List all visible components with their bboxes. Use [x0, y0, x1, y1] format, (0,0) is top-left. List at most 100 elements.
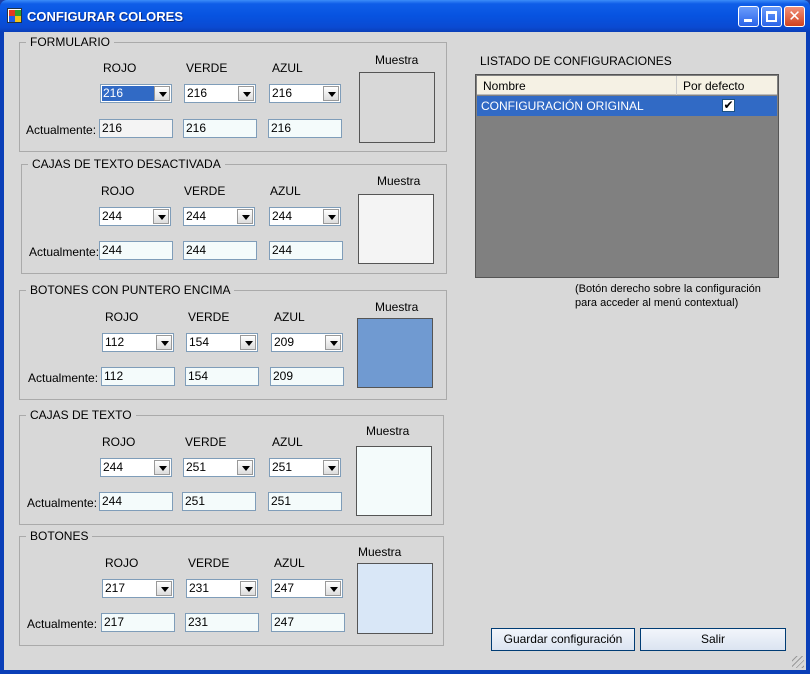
- label-azul: AZUL: [272, 435, 303, 449]
- form-client-area: FORMULARIO ROJO VERDE AZUL Muestra 216 2…: [4, 32, 806, 670]
- label-verde: VERDE: [188, 556, 230, 570]
- dropdown-arrow-icon[interactable]: [240, 581, 256, 596]
- label-muestra: Muestra: [358, 545, 402, 559]
- combo-value: 251: [186, 460, 207, 474]
- title-bar[interactable]: CONFIGURAR COLORES ✕: [0, 0, 810, 32]
- label-rojo: ROJO: [101, 184, 135, 198]
- verde-combo[interactable]: 154: [186, 333, 258, 352]
- resize-grip-icon[interactable]: [792, 656, 804, 668]
- default-checkbox[interactable]: ✔: [722, 99, 735, 112]
- color-swatch: [356, 446, 432, 516]
- maximize-button[interactable]: [761, 6, 782, 27]
- list-item[interactable]: CONFIGURACIÓN ORIGINAL ✔: [477, 96, 777, 116]
- actual-azul-field[interactable]: 209: [270, 367, 344, 386]
- dropdown-arrow-icon[interactable]: [323, 460, 339, 475]
- actual-verde-field[interactable]: 216: [183, 119, 257, 138]
- dropdown-arrow-icon[interactable]: [238, 86, 254, 101]
- label-rojo: ROJO: [105, 310, 139, 324]
- azul-combo[interactable]: 216: [269, 84, 341, 103]
- verde-combo[interactable]: 244: [183, 207, 255, 226]
- label-rojo: ROJO: [103, 61, 137, 75]
- rojo-combo[interactable]: 216: [100, 84, 172, 103]
- actual-azul-field[interactable]: 244: [269, 241, 343, 260]
- dropdown-arrow-icon[interactable]: [323, 209, 339, 224]
- close-button[interactable]: ✕: [784, 6, 805, 27]
- rojo-combo[interactable]: 244: [100, 458, 172, 477]
- minimize-button[interactable]: [738, 6, 759, 27]
- rojo-combo[interactable]: 244: [99, 207, 171, 226]
- label-actualmente: Actualmente:: [28, 371, 99, 385]
- label-muestra: Muestra: [375, 53, 419, 67]
- combo-value: 112: [105, 335, 125, 349]
- dropdown-arrow-icon[interactable]: [153, 209, 169, 224]
- column-header-por-defecto[interactable]: Por defecto: [677, 76, 777, 95]
- close-icon: ✕: [788, 8, 801, 25]
- group-cajas-texto: CAJAS DE TEXTO ROJO VERDE AZUL Muestra 2…: [19, 408, 444, 525]
- azul-combo[interactable]: 244: [269, 207, 341, 226]
- rojo-combo[interactable]: 112: [102, 333, 174, 352]
- group-title: BOTONES: [26, 529, 93, 543]
- dropdown-arrow-icon[interactable]: [154, 86, 170, 101]
- hint-line: para acceder al menú contextual): [575, 297, 739, 309]
- dropdown-arrow-icon[interactable]: [323, 86, 339, 101]
- actual-rojo-field[interactable]: 216: [99, 119, 173, 138]
- actual-rojo-field[interactable]: 112: [101, 367, 175, 386]
- actual-azul-field[interactable]: 251: [268, 492, 342, 511]
- label-verde: VERDE: [184, 184, 226, 198]
- label-azul: AZUL: [270, 184, 301, 198]
- window-title: CONFIGURAR COLORES: [27, 9, 183, 24]
- dropdown-arrow-icon[interactable]: [156, 581, 172, 596]
- dropdown-arrow-icon[interactable]: [237, 460, 253, 475]
- label-actualmente: Actualmente:: [27, 496, 98, 510]
- guardar-configuracion-button[interactable]: Guardar configuración: [491, 628, 635, 651]
- verde-combo[interactable]: 231: [186, 579, 258, 598]
- combo-value: 244: [272, 209, 293, 223]
- azul-combo[interactable]: 251: [269, 458, 341, 477]
- dropdown-arrow-icon[interactable]: [156, 335, 172, 350]
- actual-verde-field[interactable]: 231: [185, 613, 259, 632]
- actual-verde-field[interactable]: 244: [183, 241, 257, 260]
- actual-rojo-field[interactable]: 217: [101, 613, 175, 632]
- actual-azul-field[interactable]: 247: [271, 613, 345, 632]
- hint-line: (Botón derecho sobre la configuración: [575, 283, 761, 295]
- app-icon[interactable]: [7, 8, 22, 23]
- combo-value: 244: [103, 460, 124, 474]
- salir-button[interactable]: Salir: [640, 628, 786, 651]
- configurations-list[interactable]: Nombre Por defecto CONFIGURACIÓN ORIGINA…: [475, 74, 779, 278]
- combo-value: 217: [105, 581, 126, 595]
- verde-combo[interactable]: 216: [184, 84, 256, 103]
- group-title: CAJAS DE TEXTO DESACTIVADA: [28, 157, 225, 171]
- label-verde: VERDE: [188, 310, 230, 324]
- dropdown-arrow-icon[interactable]: [325, 335, 341, 350]
- actual-rojo-field[interactable]: 244: [99, 492, 173, 511]
- combo-value: 216: [102, 86, 154, 101]
- label-azul: AZUL: [274, 310, 305, 324]
- label-actualmente: Actualmente:: [26, 123, 97, 137]
- dropdown-arrow-icon[interactable]: [240, 335, 256, 350]
- list-title: LISTADO DE CONFIGURACIONES: [480, 54, 672, 68]
- azul-combo[interactable]: 247: [271, 579, 343, 598]
- combo-value: 209: [274, 335, 295, 349]
- group-cajas-desactivada: CAJAS DE TEXTO DESACTIVADA ROJO VERDE AZ…: [21, 157, 447, 274]
- label-muestra: Muestra: [366, 424, 410, 438]
- dropdown-arrow-icon[interactable]: [154, 460, 170, 475]
- azul-combo[interactable]: 209: [271, 333, 343, 352]
- actual-rojo-field[interactable]: 244: [99, 241, 173, 260]
- color-swatch: [358, 194, 434, 264]
- actual-verde-field[interactable]: 251: [182, 492, 256, 511]
- column-header-nombre[interactable]: Nombre: [477, 76, 677, 95]
- group-formulario: FORMULARIO ROJO VERDE AZUL Muestra 216 2…: [19, 35, 447, 152]
- combo-value: 231: [189, 581, 210, 595]
- label-muestra: Muestra: [375, 300, 419, 314]
- combo-value: 244: [186, 209, 207, 223]
- group-title: CAJAS DE TEXTO: [26, 408, 136, 422]
- color-swatch: [357, 563, 433, 634]
- dropdown-arrow-icon[interactable]: [237, 209, 253, 224]
- verde-combo[interactable]: 251: [183, 458, 255, 477]
- actual-verde-field[interactable]: 154: [185, 367, 259, 386]
- dropdown-arrow-icon[interactable]: [325, 581, 341, 596]
- rojo-combo[interactable]: 217: [102, 579, 174, 598]
- actual-azul-field[interactable]: 216: [268, 119, 342, 138]
- combo-value: 251: [272, 460, 293, 474]
- color-swatch: [357, 318, 433, 388]
